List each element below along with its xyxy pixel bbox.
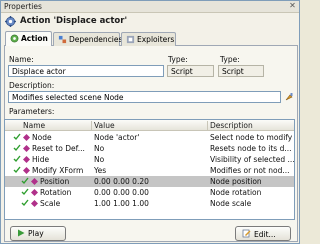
edit-label: Edit... bbox=[254, 230, 276, 239]
table-header: Name Value Description bbox=[5, 120, 294, 131]
column-divider[interactable] bbox=[207, 121, 208, 130]
description-label: Description: bbox=[9, 81, 55, 90]
table-row[interactable]: Scale 1.00 1.00 1.00 Node scale bbox=[5, 198, 294, 209]
param-description: Node rotation bbox=[210, 188, 262, 197]
tab-strip: Action Dependencies Exploiters bbox=[4, 31, 298, 47]
table-row[interactable]: Modify XForm Yes Modifies or not nod... bbox=[5, 165, 294, 176]
param-name: Scale bbox=[40, 199, 61, 208]
check-icon[interactable] bbox=[13, 133, 21, 141]
param-description: Modifies or not nod... bbox=[210, 166, 290, 175]
tab-label: Exploiters bbox=[137, 35, 175, 44]
check-icon[interactable] bbox=[13, 155, 21, 163]
dependencies-icon bbox=[58, 35, 67, 44]
window-title: Properties bbox=[4, 2, 42, 11]
gear-icon bbox=[5, 16, 16, 27]
play-icon bbox=[18, 229, 25, 237]
param-value: Yes bbox=[94, 166, 107, 175]
close-icon[interactable]: ✕ bbox=[288, 2, 297, 11]
param-diamond-icon bbox=[23, 156, 30, 163]
table-row[interactable]: Node Node 'actor' Select node to modify bbox=[5, 132, 294, 143]
param-name: Rotation bbox=[40, 188, 72, 197]
column-divider[interactable] bbox=[91, 121, 92, 130]
param-description: Select node to modify bbox=[210, 133, 293, 142]
picker-icon[interactable] bbox=[284, 92, 294, 102]
column-description[interactable]: Description bbox=[210, 121, 253, 130]
param-description: Resets node to its d... bbox=[210, 144, 292, 153]
param-name: Reset to Def... bbox=[32, 144, 85, 153]
type2-label: Type: bbox=[220, 55, 240, 64]
tab-exploiters[interactable]: Exploiters bbox=[121, 32, 176, 46]
tab-label: Dependencies bbox=[69, 35, 123, 44]
param-diamond-icon bbox=[31, 178, 38, 185]
table-row[interactable]: Reset to Def... No Resets node to its d.… bbox=[5, 143, 294, 154]
edit-button[interactable]: Edit... bbox=[235, 226, 291, 241]
check-icon[interactable] bbox=[13, 166, 21, 174]
param-name: Modify XForm bbox=[32, 166, 84, 175]
param-name: Node bbox=[32, 133, 52, 142]
check-icon[interactable] bbox=[21, 188, 29, 196]
param-description: Visibility of selected ... bbox=[210, 155, 295, 164]
param-diamond-icon bbox=[23, 167, 30, 174]
gear-icon bbox=[10, 34, 19, 43]
edit-icon bbox=[242, 229, 251, 238]
tab-label: Action bbox=[21, 34, 48, 43]
param-diamond-icon bbox=[23, 145, 30, 152]
check-icon[interactable] bbox=[21, 199, 29, 207]
name-input[interactable]: Displace actor bbox=[8, 65, 164, 77]
table-row[interactable]: Rotation 0.00 0.00 0.00 Node rotation bbox=[5, 187, 294, 198]
param-diamond-icon bbox=[31, 200, 38, 207]
column-value[interactable]: Value bbox=[94, 121, 115, 130]
tab-dependencies[interactable]: Dependencies bbox=[53, 32, 123, 46]
check-icon[interactable] bbox=[21, 177, 29, 185]
table-row[interactable]: Hide No Visibility of selected ... bbox=[5, 154, 294, 165]
param-value: No bbox=[94, 155, 105, 164]
table-row-selected[interactable]: Position 0.00 0.00 0.20 Node position bbox=[5, 176, 294, 187]
type2-field: Script bbox=[218, 65, 264, 77]
play-label: Play bbox=[28, 229, 44, 238]
properties-window: Properties ✕ Action 'Displace actor' Act… bbox=[0, 0, 300, 244]
description-input[interactable]: Modifies selected scene Node bbox=[8, 91, 281, 103]
param-diamond-icon bbox=[23, 134, 30, 141]
tab-action[interactable]: Action bbox=[5, 31, 52, 47]
action-title: Action 'Displace actor' bbox=[20, 16, 128, 26]
param-value: 0.00 0.00 0.00 bbox=[94, 188, 149, 197]
parameters-table: Name Value Description Node Node 'actor'… bbox=[4, 119, 295, 220]
exploiters-icon bbox=[126, 35, 135, 44]
titlebar: Properties ✕ bbox=[1, 1, 299, 13]
param-name: Position bbox=[40, 177, 70, 186]
parameters-label: Parameters: bbox=[9, 107, 55, 116]
param-diamond-icon bbox=[31, 189, 38, 196]
param-name: Hide bbox=[32, 155, 50, 164]
param-value: 1.00 1.00 1.00 bbox=[94, 199, 149, 208]
play-button[interactable]: Play bbox=[10, 226, 66, 241]
param-value: No bbox=[94, 144, 105, 153]
param-value: Node 'actor' bbox=[94, 133, 140, 142]
type-field: Script bbox=[167, 65, 214, 77]
param-description: Node position bbox=[210, 177, 262, 186]
column-name[interactable]: Name bbox=[23, 121, 45, 130]
name-label: Name: bbox=[9, 55, 34, 64]
param-value: 0.00 0.00 0.20 bbox=[94, 177, 149, 186]
param-description: Node scale bbox=[210, 199, 252, 208]
type-label: Type: bbox=[168, 55, 188, 64]
check-icon[interactable] bbox=[13, 144, 21, 152]
